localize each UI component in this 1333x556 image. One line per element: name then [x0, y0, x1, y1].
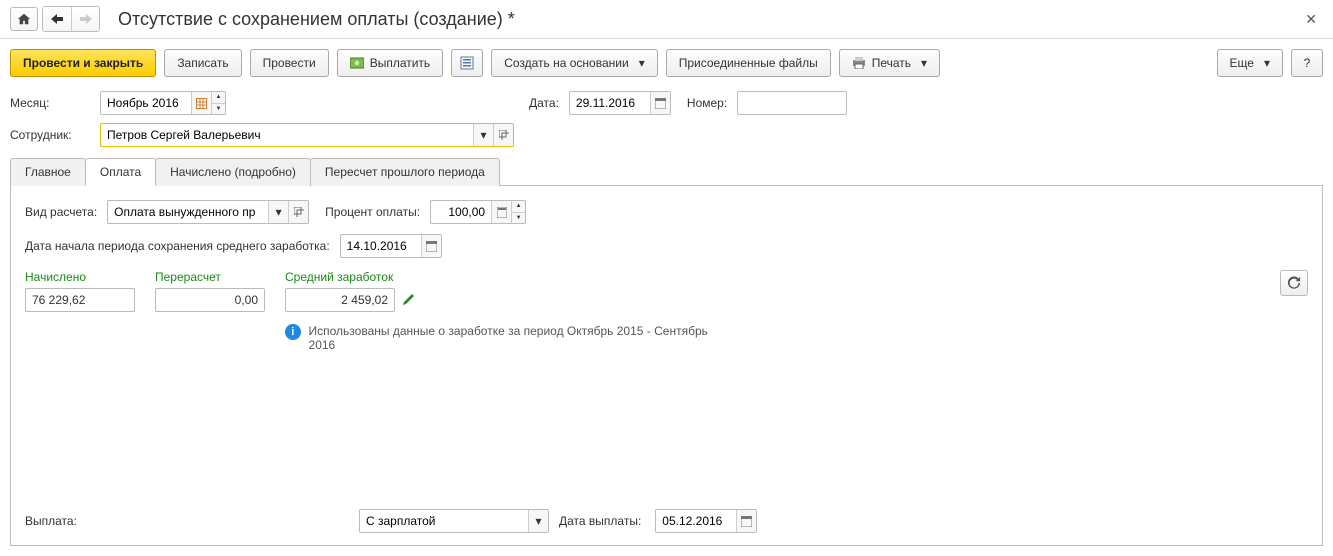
- payout-value[interactable]: [360, 510, 528, 532]
- home-button[interactable]: [10, 7, 38, 31]
- attachments-button[interactable]: Присоединенные файлы: [666, 49, 831, 77]
- payout-date-input[interactable]: [656, 510, 736, 532]
- calc-type-dropdown-button[interactable]: ▾: [268, 201, 288, 223]
- payout-label: Выплата:: [25, 514, 345, 528]
- percent-input[interactable]: [431, 201, 491, 223]
- help-button[interactable]: ?: [1291, 49, 1323, 77]
- calendar-grid-icon: [196, 98, 207, 109]
- tab-main[interactable]: Главное: [10, 158, 86, 186]
- number-label: Номер:: [687, 96, 727, 110]
- payout-select[interactable]: ▾: [359, 509, 549, 533]
- tab-recalc[interactable]: Пересчет прошлого периода: [310, 158, 500, 186]
- number-input[interactable]: [737, 91, 847, 115]
- structure-button[interactable]: [451, 49, 483, 77]
- write-button[interactable]: Записать: [164, 49, 241, 77]
- month-picker-button[interactable]: [191, 92, 211, 114]
- period-start-label: Дата начала периода сохранения среднего …: [25, 239, 330, 253]
- create-based-button[interactable]: Создать на основании ▾: [491, 49, 658, 77]
- nav-forward-button: [71, 7, 99, 31]
- home-icon: [17, 12, 31, 26]
- pay-button[interactable]: Выплатить: [337, 49, 444, 77]
- month-label: Месяц:: [10, 96, 90, 110]
- avg-earn-label: Средний заработок: [285, 270, 415, 284]
- open-icon: [294, 207, 304, 217]
- info-icon: i: [285, 324, 301, 340]
- payout-dropdown-button[interactable]: ▾: [528, 510, 548, 532]
- edit-avg-earn-button[interactable]: [401, 293, 415, 307]
- refresh-icon: [1287, 276, 1301, 290]
- employee-input-group[interactable]: ▾: [100, 123, 514, 147]
- employee-input[interactable]: [101, 124, 473, 146]
- post-button[interactable]: Провести: [250, 49, 329, 77]
- print-button[interactable]: Печать ▾: [839, 49, 940, 77]
- close-button[interactable]: ✕: [1299, 11, 1323, 28]
- payout-date-picker-button[interactable]: [736, 510, 756, 532]
- tab-payment[interactable]: Оплата: [85, 158, 156, 186]
- page-title: Отсутствие с сохранением оплаты (создани…: [118, 9, 1299, 30]
- recalc-value-box[interactable]: 0,00: [155, 288, 265, 312]
- post-and-close-button[interactable]: Провести и закрыть: [10, 49, 156, 77]
- arrow-right-icon: [80, 14, 92, 24]
- spinner-up[interactable]: ▲: [512, 201, 525, 212]
- period-start-input[interactable]: [341, 235, 421, 257]
- list-icon: [460, 56, 474, 70]
- calendar-icon: [426, 241, 437, 252]
- avg-earn-value-box[interactable]: 2 459,02: [285, 288, 395, 312]
- payout-date-input-group[interactable]: [655, 509, 757, 533]
- month-input-group[interactable]: ▲ ▼: [100, 91, 226, 115]
- employee-label: Сотрудник:: [10, 128, 90, 142]
- calc-type-input-group[interactable]: ▾: [107, 200, 309, 224]
- nav-back-button[interactable]: [43, 7, 71, 31]
- spinner-down[interactable]: ▼: [212, 103, 225, 115]
- date-input-group[interactable]: [569, 91, 671, 115]
- percent-spinner[interactable]: ▲ ▼: [511, 201, 525, 223]
- pencil-icon: [401, 293, 415, 307]
- caret-down-icon: ▾: [639, 56, 645, 70]
- tab-accrued[interactable]: Начислено (подробно): [155, 158, 311, 186]
- info-text: Использованы данные о заработке за перио…: [309, 324, 725, 352]
- tab-body-payment: Вид расчета: ▾ Процент оплаты: ▲ ▼ Дата …: [10, 186, 1323, 546]
- payout-date-label: Дата выплаты:: [559, 514, 641, 528]
- more-button[interactable]: Еще ▾: [1217, 49, 1283, 77]
- date-label: Дата:: [529, 96, 559, 110]
- accrued-value-box[interactable]: 76 229,62: [25, 288, 135, 312]
- percent-input-group[interactable]: ▲ ▼: [430, 200, 526, 224]
- month-input[interactable]: [101, 92, 191, 114]
- arrow-left-icon: [51, 14, 63, 24]
- calendar-icon: [655, 98, 666, 109]
- spinner-down[interactable]: ▼: [512, 212, 525, 224]
- caret-down-icon: ▾: [1264, 56, 1270, 70]
- percent-label: Процент оплаты:: [325, 205, 420, 219]
- period-start-input-group[interactable]: [340, 234, 442, 258]
- employee-dropdown-button[interactable]: ▾: [473, 124, 493, 146]
- spinner-up[interactable]: ▲: [212, 92, 225, 103]
- recalc-label: Перерасчет: [155, 270, 265, 284]
- calendar-icon: [741, 516, 752, 527]
- date-input[interactable]: [570, 92, 650, 114]
- calc-type-input[interactable]: [108, 201, 268, 223]
- refresh-button[interactable]: [1280, 270, 1308, 296]
- month-spinner[interactable]: ▲ ▼: [211, 92, 225, 114]
- money-icon: [350, 57, 364, 69]
- open-icon: [499, 130, 509, 140]
- date-picker-button[interactable]: [650, 92, 670, 114]
- caret-down-icon: ▾: [921, 56, 927, 70]
- percent-calc-button[interactable]: [491, 201, 511, 223]
- employee-open-button[interactable]: [493, 124, 513, 146]
- printer-icon: [852, 57, 866, 69]
- period-start-picker-button[interactable]: [421, 235, 441, 257]
- accrued-label: Начислено: [25, 270, 135, 284]
- calculator-icon: [497, 207, 507, 218]
- calc-type-open-button[interactable]: [288, 201, 308, 223]
- calc-type-label: Вид расчета:: [25, 205, 97, 219]
